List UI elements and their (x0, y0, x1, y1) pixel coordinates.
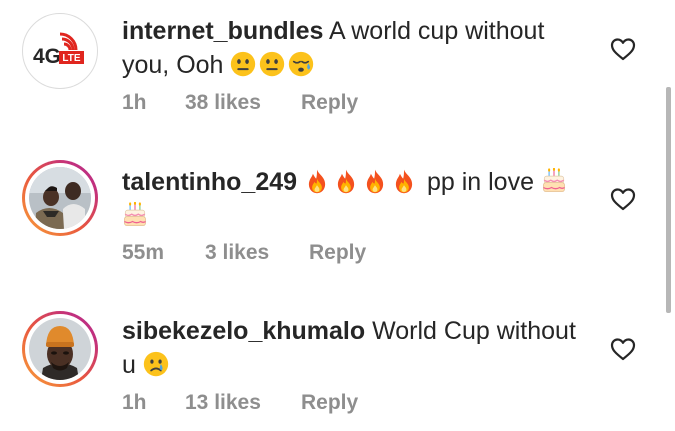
4g-lte-logo-icon: 4G LTE (33, 32, 84, 68)
comment-username[interactable]: internet_bundles (122, 17, 323, 45)
birthday-cake-icon (541, 168, 567, 194)
heart-icon[interactable] (610, 187, 636, 211)
fire-icon (362, 168, 388, 194)
likes-count[interactable]: 13 likes (185, 391, 261, 415)
comment-body: sibekezelo_khumalo World Cup without u (122, 314, 582, 382)
crying-face-icon (143, 351, 169, 377)
heart-icon[interactable] (610, 37, 636, 61)
avatar[interactable] (22, 160, 98, 236)
birthday-cake-icon (122, 202, 148, 228)
profile-photo (29, 167, 91, 229)
comment-body: internet_bundles A world cup without you… (122, 14, 582, 82)
comment-username[interactable]: talentinho_249 (122, 168, 297, 196)
likes-count[interactable]: 3 likes (205, 241, 269, 265)
likes-count[interactable]: 38 likes (185, 91, 261, 115)
comment-time: 1h (122, 91, 147, 114)
fire-icon (304, 168, 330, 194)
avatar[interactable] (22, 311, 98, 387)
reply-button[interactable]: Reply (309, 241, 366, 265)
comment-time: 55m (122, 241, 165, 264)
two-people-photo-icon (29, 167, 91, 229)
comment-time: 1h (122, 391, 147, 414)
svg-text:LTE: LTE (62, 53, 80, 64)
sleepy-face-icon (288, 51, 314, 77)
fire-icon (333, 168, 359, 194)
reply-button[interactable]: Reply (301, 391, 358, 415)
fire-icon (391, 168, 417, 194)
person-orange-beanie-photo-icon (29, 318, 91, 380)
comment-text: pp in love (426, 168, 534, 196)
scrollbar[interactable] (666, 87, 671, 313)
neutral-face-icon (230, 51, 256, 77)
heart-icon[interactable] (610, 337, 636, 361)
reply-button[interactable]: Reply (301, 91, 358, 115)
comment-body: talentinho_249 pp in love (122, 165, 582, 233)
avatar[interactable]: 4G LTE (22, 13, 98, 89)
profile-photo (29, 318, 91, 380)
neutral-face-icon (259, 51, 285, 77)
comment-username[interactable]: sibekezelo_khumalo (122, 317, 365, 345)
svg-text:4G: 4G (33, 45, 61, 68)
